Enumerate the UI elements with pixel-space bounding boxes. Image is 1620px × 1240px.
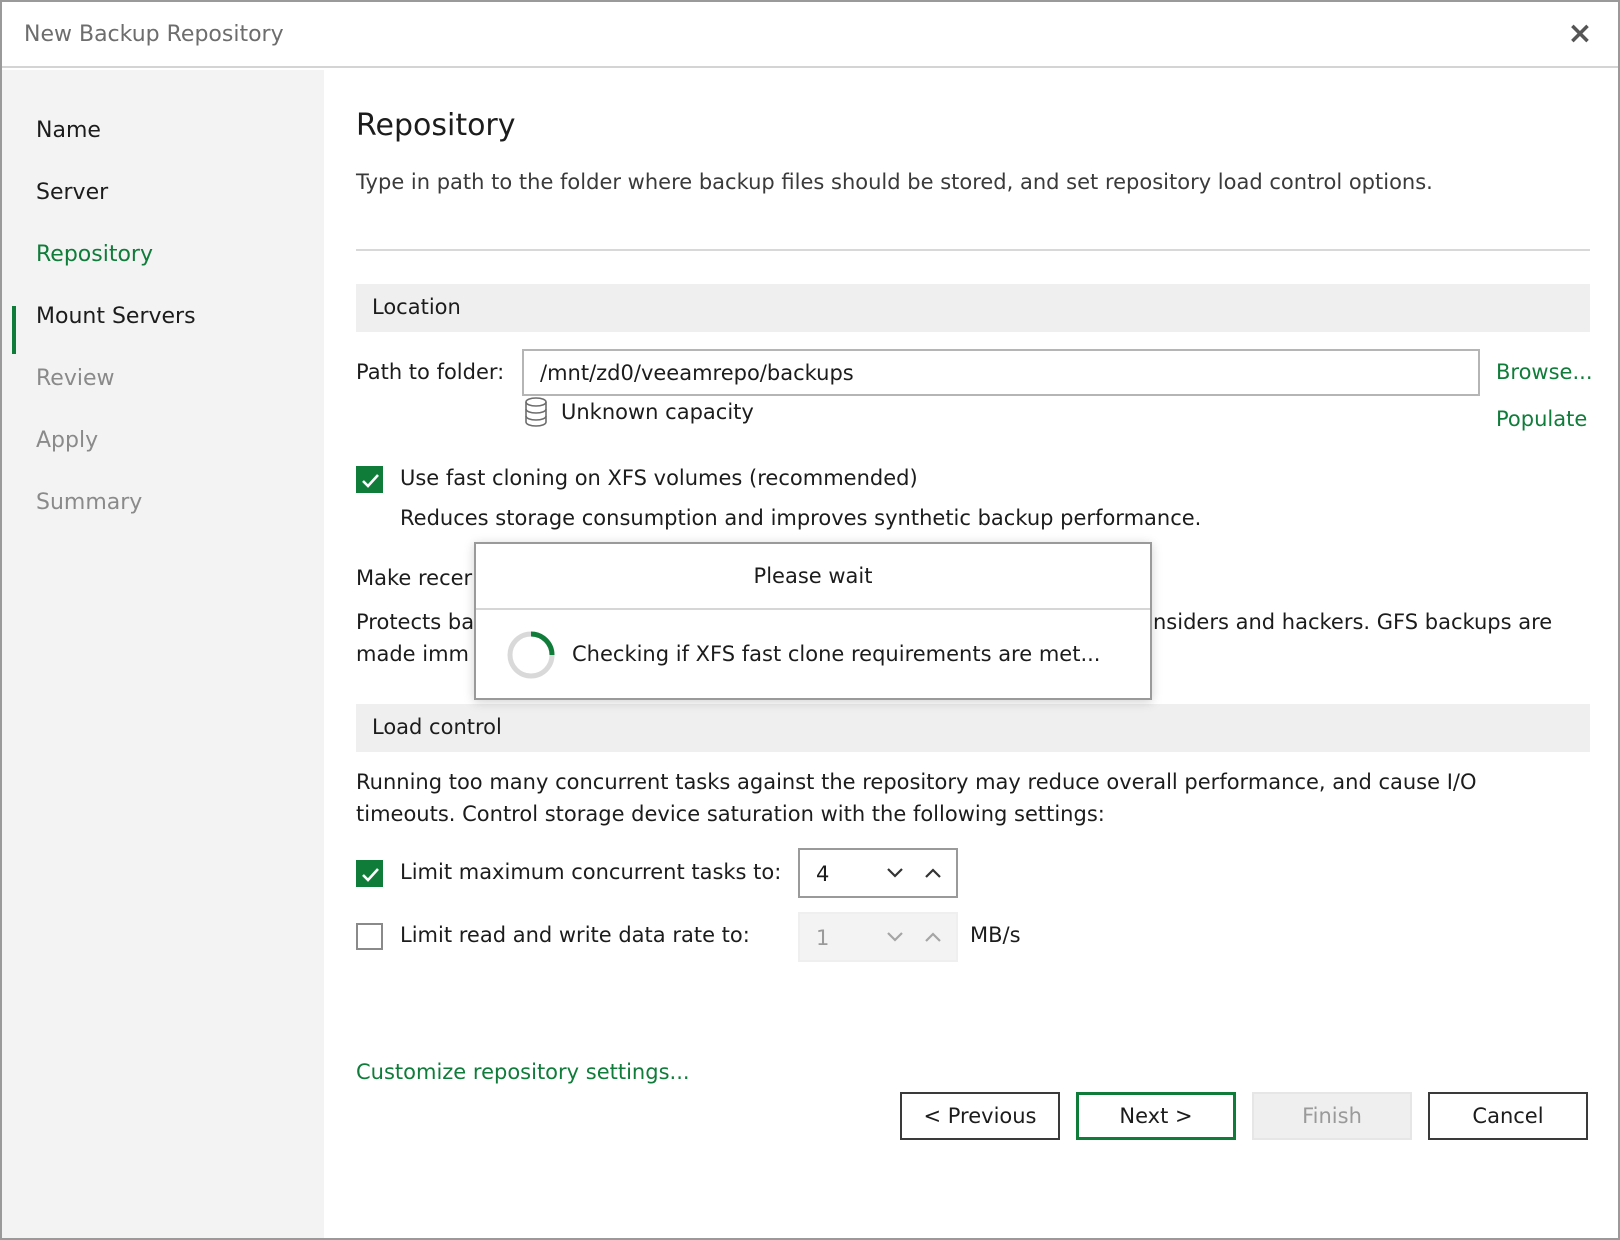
checkmark-icon xyxy=(362,868,379,882)
path-input[interactable] xyxy=(522,349,1480,396)
fast-clone-description: Reduces storage consumption and improves… xyxy=(400,506,1202,530)
limit-rate-value: 1 xyxy=(816,926,830,950)
immutable-desc-left: Protects ba xyxy=(356,610,475,634)
populate-link[interactable]: Populate xyxy=(1496,407,1587,431)
step-summary: Summary xyxy=(36,490,143,515)
next-button[interactable]: Next > xyxy=(1076,1092,1236,1140)
database-icon xyxy=(524,396,548,428)
capacity-label: Unknown capacity xyxy=(561,400,754,424)
load-control-desc-line1: Running too many concurrent tasks agains… xyxy=(356,770,1477,794)
load-control-desc-line2: timeouts. Control storage device saturat… xyxy=(356,802,1105,826)
limit-rate-checkbox[interactable] xyxy=(356,923,383,950)
fast-clone-label[interactable]: Use fast cloning on XFS volumes (recomme… xyxy=(400,466,918,490)
step-review: Review xyxy=(36,366,115,391)
limit-tasks-value: 4 xyxy=(816,862,830,886)
modal-divider xyxy=(476,608,1150,610)
step-server[interactable]: Server xyxy=(36,180,108,205)
cancel-button[interactable]: Cancel xyxy=(1428,1092,1588,1140)
checkmark-icon xyxy=(362,474,379,488)
chevron-up-icon xyxy=(920,924,946,950)
limit-tasks-stepper[interactable]: 4 xyxy=(798,848,958,898)
chevron-down-icon xyxy=(882,924,908,950)
limit-rate-label[interactable]: Limit read and write data rate to: xyxy=(400,923,750,947)
limit-tasks-checkbox[interactable] xyxy=(356,860,383,887)
page-title: Repository xyxy=(356,108,516,143)
customize-repository-link[interactable]: Customize repository settings... xyxy=(356,1060,690,1084)
location-section-header: Location xyxy=(356,284,1590,332)
please-wait-modal: Please wait Checking if XFS fast clone r… xyxy=(474,542,1152,700)
path-label: Path to folder: xyxy=(356,360,505,384)
immutable-label: Make recer xyxy=(356,566,473,590)
step-apply: Apply xyxy=(36,428,99,453)
chevron-down-icon[interactable] xyxy=(882,860,908,886)
close-icon[interactable]: × xyxy=(1560,14,1600,54)
location-section-title: Location xyxy=(372,295,461,319)
wizard-steps-sidebar: Name Server Repository Mount Servers Rev… xyxy=(2,70,324,1238)
title-bar: New Backup Repository × xyxy=(2,2,1618,68)
limit-tasks-label[interactable]: Limit maximum concurrent tasks to: xyxy=(400,860,781,884)
immutable-desc-right: nsiders and hackers. GFS backups are xyxy=(1153,610,1553,634)
fast-clone-checkbox[interactable] xyxy=(356,466,383,493)
loading-spinner-icon xyxy=(506,630,556,680)
window-title: New Backup Repository xyxy=(24,22,284,47)
step-mount-servers[interactable]: Mount Servers xyxy=(36,304,196,329)
modal-title: Please wait xyxy=(753,564,873,588)
header-divider xyxy=(356,249,1590,251)
page-subtitle: Type in path to the folder where backup … xyxy=(356,170,1433,194)
limit-rate-stepper: 1 xyxy=(798,912,958,962)
step-name[interactable]: Name xyxy=(36,118,101,143)
previous-button[interactable]: < Previous xyxy=(900,1092,1060,1140)
immutable-desc-line2: made imm xyxy=(356,642,469,666)
rate-unit-label: MB/s xyxy=(970,923,1021,947)
chevron-up-icon[interactable] xyxy=(920,860,946,886)
dialog-window: New Backup Repository × Name Server Repo… xyxy=(0,0,1620,1240)
load-control-section-header: Load control xyxy=(356,704,1590,752)
step-repository[interactable]: Repository xyxy=(36,242,153,267)
modal-message: Checking if XFS fast clone requirements … xyxy=(572,642,1101,666)
finish-button: Finish xyxy=(1252,1092,1412,1140)
active-step-indicator xyxy=(12,306,16,354)
browse-link[interactable]: Browse... xyxy=(1496,360,1593,384)
load-control-section-title: Load control xyxy=(372,715,502,739)
